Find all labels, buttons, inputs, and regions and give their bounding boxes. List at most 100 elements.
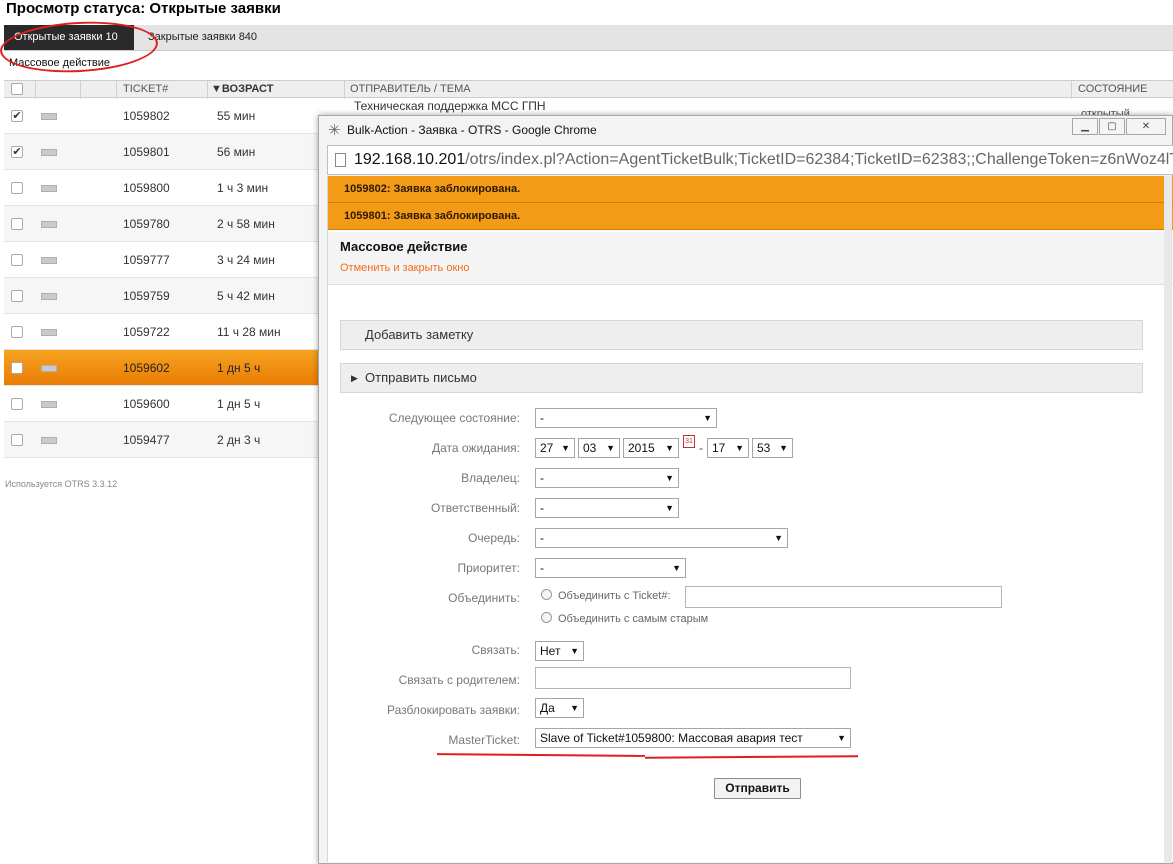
header-state[interactable]: СОСТОЯНИЕ xyxy=(1078,83,1148,95)
row-checkbox[interactable]: ✔ xyxy=(11,146,23,158)
ticket-number[interactable]: 1059801 xyxy=(123,145,170,159)
chevron-down-icon: ▼ xyxy=(570,703,579,713)
unlock-label: Разблокировать заявки: xyxy=(386,703,520,717)
row-checkbox[interactable] xyxy=(11,254,23,266)
responsible-select[interactable]: - ▼ xyxy=(535,498,679,518)
owner-row: Владелец: xyxy=(328,468,520,490)
ticket-age: 3 ч 24 мин xyxy=(217,253,275,267)
ticket-age: 56 мин xyxy=(217,145,256,159)
add-note-section[interactable]: Добавить заметку xyxy=(340,320,1143,350)
date-time-separator: - xyxy=(699,441,703,455)
address-bar[interactable]: 192.168.10.201/otrs/index.pl?Action=Agen… xyxy=(327,145,1173,175)
merge-ticket-radio[interactable] xyxy=(541,589,552,600)
master-ticket-select[interactable]: Slave of Ticket#1059800: Массовая авария… xyxy=(535,728,851,748)
row-checkbox[interactable] xyxy=(11,398,23,410)
merge-ticket-input[interactable] xyxy=(685,586,1002,608)
ticket-age: 2 ч 58 мин xyxy=(217,217,275,231)
header-age[interactable]: ▼ВОЗРАСТ xyxy=(211,83,273,95)
ticket-age: 1 дн 5 ч xyxy=(217,361,261,375)
ticket-number[interactable]: 1059602 xyxy=(123,361,170,375)
merge-oldest-radio[interactable] xyxy=(541,612,552,623)
submit-button[interactable]: Отправить xyxy=(714,778,801,799)
dialog-title: Массовое действие xyxy=(340,239,468,254)
hour-select[interactable]: 17 ▼ xyxy=(707,438,749,458)
hour-value: 17 xyxy=(712,441,726,455)
day-select[interactable]: 27 ▼ xyxy=(535,438,575,458)
header-separator xyxy=(80,81,81,99)
ticket-icon xyxy=(41,113,57,120)
queue-select[interactable]: - ▼ xyxy=(535,528,788,548)
table-header: TICKET# ▼ВОЗРАСТ ОТПРАВИТЕЛЬ / ТЕМА СОСТ… xyxy=(4,80,1173,99)
month-value: 03 xyxy=(583,441,597,455)
calendar-icon[interactable]: 31 xyxy=(683,435,695,448)
owner-label: Владелец: xyxy=(461,471,520,485)
ticket-age: 55 мин xyxy=(217,109,256,123)
owner-select[interactable]: - ▼ xyxy=(535,468,679,488)
select-all-checkbox[interactable] xyxy=(11,83,23,95)
priority-select[interactable]: - ▼ xyxy=(535,558,686,578)
month-select[interactable]: 03 ▼ xyxy=(578,438,620,458)
next-state-select[interactable]: - ▼ xyxy=(535,408,717,428)
row-checkbox[interactable] xyxy=(11,182,23,194)
url-path: /otrs/index.pl?Action=AgentTicketBulk;Ti… xyxy=(465,151,1173,168)
cancel-close-link[interactable]: Отменить и закрыть окно xyxy=(340,262,469,274)
merge-ticket-label: Объединить с Ticket#: xyxy=(558,590,671,602)
row-checkbox[interactable] xyxy=(11,326,23,338)
row-checkbox[interactable] xyxy=(11,362,23,374)
pending-date-row: Дата ожидания: xyxy=(328,438,520,460)
chevron-down-icon: ▼ xyxy=(703,413,712,423)
row-checkbox[interactable]: ✔ xyxy=(11,110,23,122)
window-controls: ▁ ▢ ✕ xyxy=(1071,118,1166,136)
window-title: Bulk-Action - Заявка - OTRS - Google Chr… xyxy=(347,123,597,137)
ticket-icon xyxy=(41,329,57,336)
unlock-select[interactable]: Да ▼ xyxy=(535,698,584,718)
send-email-section[interactable]: ▶ Отправить письмо xyxy=(340,363,1143,393)
ticket-icon xyxy=(41,293,57,300)
ticket-subject[interactable]: Техническая поддержка МСС ГПН xyxy=(354,99,546,113)
ticket-number[interactable]: 1059600 xyxy=(123,397,170,411)
row-checkbox[interactable] xyxy=(11,434,23,446)
next-state-row: Следующее состояние: xyxy=(328,408,520,430)
row-checkbox[interactable] xyxy=(11,290,23,302)
ticket-age: 1 дн 5 ч xyxy=(217,397,261,411)
dialog-scrollbar[interactable] xyxy=(1164,176,1172,862)
ticket-number[interactable]: 1059722 xyxy=(123,325,170,339)
minute-select[interactable]: 53 ▼ xyxy=(752,438,793,458)
send-email-label: Отправить письмо xyxy=(365,370,477,385)
merge-row: Объединить: xyxy=(328,588,520,610)
ticket-number[interactable]: 1059777 xyxy=(123,253,170,267)
lock-notice: 1059801: Заявка заблокирована. xyxy=(328,203,1173,230)
ticket-number[interactable]: 1059477 xyxy=(123,433,170,447)
ticket-number[interactable]: 1059802 xyxy=(123,109,170,123)
master-ticket-label: MasterTicket: xyxy=(448,733,520,747)
link-parent-input[interactable] xyxy=(535,667,851,689)
owner-value: - xyxy=(540,471,544,485)
bulk-action-window: ✳ Bulk-Action - Заявка - OTRS - Google C… xyxy=(318,115,1173,864)
row-checkbox[interactable] xyxy=(11,218,23,230)
header-ticket[interactable]: TICKET# xyxy=(123,83,168,95)
ticket-number[interactable]: 1059780 xyxy=(123,217,170,231)
chevron-down-icon: ▼ xyxy=(570,646,579,656)
ticket-age: 1 ч 3 мин xyxy=(217,181,269,195)
maximize-icon[interactable]: ▢ xyxy=(1099,118,1125,135)
url-text[interactable]: 192.168.10.201/otrs/index.pl?Action=Agen… xyxy=(354,151,1173,169)
year-select[interactable]: 2015 ▼ xyxy=(623,438,679,458)
link-select[interactable]: Нет ▼ xyxy=(535,641,584,661)
close-icon[interactable]: ✕ xyxy=(1126,118,1166,135)
page-icon xyxy=(335,153,346,167)
page-title: Просмотр статуса: Открытые заявки xyxy=(6,0,281,17)
header-separator xyxy=(344,81,345,99)
chevron-down-icon: ▼ xyxy=(665,503,674,513)
header-separator xyxy=(1071,81,1072,99)
app-icon: ✳ xyxy=(328,122,341,139)
chevron-down-icon: ▼ xyxy=(779,443,788,453)
minimize-icon[interactable]: ▁ xyxy=(1072,118,1098,135)
ticket-number[interactable]: 1059800 xyxy=(123,181,170,195)
ticket-number[interactable]: 1059759 xyxy=(123,289,170,303)
master-ticket-row: MasterTicket: xyxy=(328,730,520,752)
header-sender[interactable]: ОТПРАВИТЕЛЬ / ТЕМА xyxy=(350,83,471,95)
link-row: Связать: xyxy=(328,640,520,662)
link-value: Нет xyxy=(540,644,561,658)
add-note-label: Добавить заметку xyxy=(365,327,474,342)
chevron-down-icon: ▼ xyxy=(561,443,570,453)
